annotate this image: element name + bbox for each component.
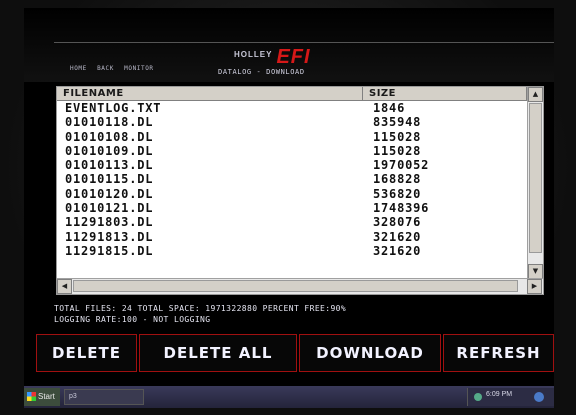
action-bar: DELETE DELETE ALL DOWNLOAD REFRESH	[36, 334, 554, 372]
file-name: 01010108.DL	[65, 129, 154, 144]
file-size: 835948	[373, 115, 422, 130]
file-size: 115028	[373, 143, 422, 158]
table-row[interactable]: 01010108.DL 115028	[57, 130, 527, 144]
scroll-down-icon[interactable]: ▼	[528, 264, 543, 279]
table-row[interactable]: 01010121.DL 1748396	[57, 201, 527, 215]
table-row[interactable]: 01010115.DL 168828	[57, 172, 527, 186]
status-panel: TOTAL FILES: 24 TOTAL SPACE: 1971322880 …	[54, 303, 346, 325]
delete-button[interactable]: DELETE	[36, 334, 137, 372]
column-header-filename[interactable]: FILENAME	[57, 87, 363, 100]
top-divider	[54, 42, 554, 43]
page-title: DATALOG - DOWNLOAD	[218, 68, 305, 76]
delete-all-button[interactable]: DELETE ALL	[139, 334, 297, 372]
file-list[interactable]: FILENAME SIZE EVENTLOG.TXT 1846 01010118.…	[56, 86, 544, 295]
windows-logo-icon	[27, 392, 36, 401]
file-name: EVENTLOG.TXT	[65, 101, 162, 115]
file-size: 1970052	[373, 158, 430, 173]
table-row[interactable]: 01010120.DL 536820	[57, 187, 527, 201]
vertical-scrollbar[interactable]: ▲ ▼	[527, 87, 543, 279]
column-header-size[interactable]: SIZE	[363, 87, 527, 100]
file-size: 168828	[373, 172, 422, 187]
file-size: 321620	[373, 229, 422, 244]
file-size: 1846	[373, 101, 406, 115]
file-size: 328076	[373, 215, 422, 230]
file-name: 01010113.DL	[65, 158, 154, 173]
vertical-scroll-thumb[interactable]	[529, 103, 542, 253]
nav-monitor-link[interactable]: MONITOR	[124, 65, 154, 72]
clock: 6:09 PM	[486, 391, 513, 398]
brand-efi: EFI	[276, 46, 311, 68]
file-name: 11291803.DL	[65, 215, 154, 230]
system-tray: 6:09 PM	[467, 388, 554, 406]
start-button[interactable]: Start	[24, 388, 60, 406]
nav-home-link[interactable]: HOME	[70, 65, 87, 72]
file-list-header: FILENAME SIZE	[57, 87, 527, 101]
table-row[interactable]: 11291815.DL 321620	[57, 244, 527, 258]
file-size: 536820	[373, 186, 422, 201]
file-size: 115028	[373, 129, 422, 144]
scroll-up-icon[interactable]: ▲	[528, 87, 543, 102]
storage-status: TOTAL FILES: 24 TOTAL SPACE: 1971322880 …	[54, 304, 347, 313]
top-bar: HOME BACK MONITOR HOLLEY EFI DATALOG - DO…	[24, 8, 554, 82]
start-label: Start	[38, 392, 55, 401]
scroll-left-icon[interactable]: ◀	[57, 279, 72, 294]
file-name: 01010109.DL	[65, 143, 154, 158]
tray-app-icon[interactable]	[534, 392, 544, 402]
logging-status: LOGGING RATE:100 - NOT LOGGING	[54, 315, 211, 324]
file-name: 01010121.DL	[65, 201, 154, 216]
table-row[interactable]: 11291813.DL 321620	[57, 230, 527, 244]
scroll-right-icon[interactable]: ▶	[527, 279, 542, 294]
horizontal-scroll-thumb[interactable]	[73, 280, 518, 292]
file-size: 1748396	[373, 201, 430, 216]
nav-menu: HOME BACK MONITOR	[70, 65, 160, 72]
screen: HOME BACK MONITOR HOLLEY EFI DATALOG - DO…	[24, 8, 554, 408]
file-name: 01010120.DL	[65, 186, 154, 201]
network-icon[interactable]	[474, 393, 482, 401]
table-row[interactable]: 11291803.DL 328076	[57, 215, 527, 229]
table-row[interactable]: 01010113.DL 1970052	[57, 158, 527, 172]
table-row[interactable]: EVENTLOG.TXT 1846	[57, 101, 527, 115]
brand-logo: HOLLEY EFI	[234, 46, 311, 69]
refresh-button[interactable]: REFRESH	[443, 334, 554, 372]
taskbar: Start p3 6:09 PM	[24, 386, 554, 408]
file-name: 01010115.DL	[65, 172, 154, 187]
table-row[interactable]: 01010118.DL 835948	[57, 115, 527, 129]
nav-back-link[interactable]: BACK	[97, 65, 114, 72]
download-button[interactable]: DOWNLOAD	[299, 334, 441, 372]
file-name: 11291813.DL	[65, 229, 154, 244]
file-name: 01010118.DL	[65, 115, 154, 130]
file-size: 321620	[373, 243, 422, 258]
file-name: 11291815.DL	[65, 243, 154, 258]
horizontal-scrollbar[interactable]: ◀ ▶	[57, 278, 543, 294]
file-rows: EVENTLOG.TXT 1846 01010118.DL 835948 01010…	[57, 101, 527, 258]
brand-name: HOLLEY	[234, 50, 273, 59]
table-row[interactable]: 01010109.DL 115028	[57, 144, 527, 158]
taskbar-item[interactable]: p3	[64, 389, 144, 405]
